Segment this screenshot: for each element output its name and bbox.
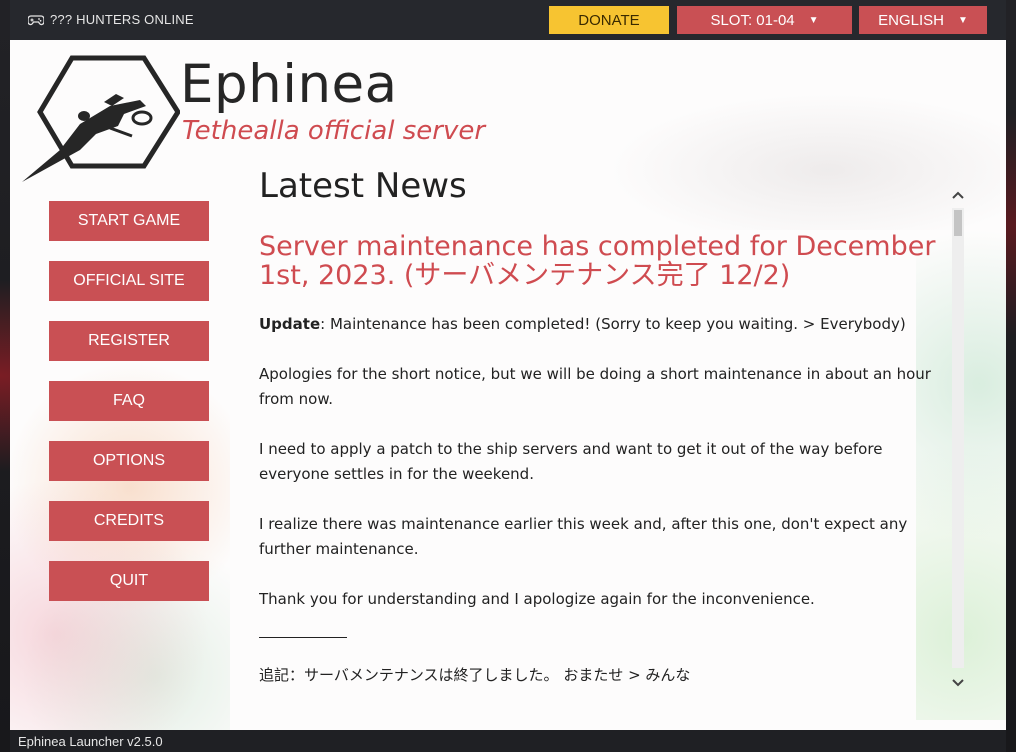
- article-title[interactable]: Server maintenance has completed for Dec…: [259, 232, 949, 290]
- slot-label: SLOT: 01-04: [710, 11, 795, 29]
- quit-button[interactable]: QUIT: [49, 561, 209, 601]
- article-paragraph: Apologies for the short notice, but we w…: [259, 365, 931, 408]
- update-paragraph: Update: Maintenance has been completed! …: [259, 312, 949, 337]
- scroll-up-icon[interactable]: [948, 186, 968, 204]
- gamepad-icon: [28, 14, 44, 25]
- slot-select[interactable]: SLOT: 01-04 ▼: [677, 6, 852, 34]
- divider: [259, 637, 347, 638]
- brand-subtitle: Tethealla official server: [182, 116, 486, 146]
- article-body: Update: Maintenance has been completed! …: [259, 312, 949, 713]
- donate-button[interactable]: DONATE: [549, 6, 669, 34]
- register-button[interactable]: REGISTER: [49, 321, 209, 361]
- language-label: ENGLISH: [878, 11, 944, 29]
- status-bar: Ephinea Launcher v2.5.0: [10, 730, 1006, 752]
- main-nav: START GAME OFFICIAL SITE REGISTER FAQ OP…: [49, 201, 209, 621]
- version-label: Ephinea Launcher v2.5.0: [18, 733, 163, 749]
- players-online: ??? HUNTERS ONLINE: [28, 12, 194, 27]
- players-online-text: ??? HUNTERS ONLINE: [50, 12, 194, 27]
- news-scrollbar[interactable]: [948, 180, 968, 700]
- top-bar: ??? HUNTERS ONLINE DONATE SLOT: 01-04 ▼ …: [10, 0, 1006, 40]
- faq-button[interactable]: FAQ: [49, 381, 209, 421]
- donate-label: DONATE: [578, 11, 640, 29]
- brand-title: Ephinea: [180, 54, 398, 115]
- launcher-panel: Ephinea Tethealla official server START …: [10, 40, 1006, 730]
- update-text: : Maintenance has been completed! (Sorry…: [320, 315, 906, 333]
- news-heading: Latest News: [259, 166, 467, 206]
- article-paragraph: I realize there was maintenance earlier …: [259, 515, 908, 558]
- news-feed[interactable]: Latest News Server maintenance has compl…: [259, 166, 949, 730]
- chevron-down-icon: ▼: [808, 14, 819, 26]
- options-button[interactable]: OPTIONS: [49, 441, 209, 481]
- chevron-down-icon: ▼: [957, 14, 968, 26]
- credits-button[interactable]: CREDITS: [49, 501, 209, 541]
- scroll-track[interactable]: [952, 208, 964, 668]
- article-paragraph: Thank you for understanding and I apolog…: [259, 590, 815, 608]
- language-select[interactable]: ENGLISH ▼: [859, 6, 987, 34]
- japanese-note: 追記：サーバメンテナンスは終了しました。 おまたせ > みんな: [259, 666, 691, 684]
- update-label: Update: [259, 315, 321, 333]
- official-site-button[interactable]: OFFICIAL SITE: [49, 261, 209, 301]
- ship-hexagon-logo: [22, 55, 180, 182]
- scroll-down-icon[interactable]: [948, 674, 968, 692]
- start-game-button[interactable]: START GAME: [49, 201, 209, 241]
- scroll-thumb[interactable]: [954, 210, 962, 236]
- article-paragraph: I need to apply a patch to the ship serv…: [259, 440, 883, 483]
